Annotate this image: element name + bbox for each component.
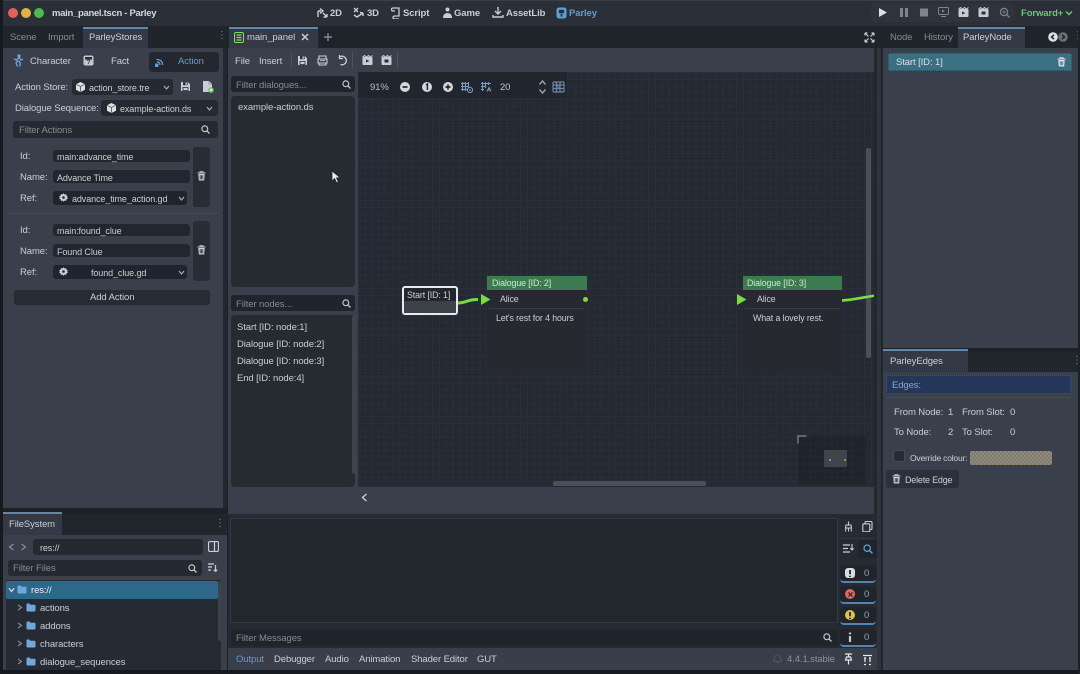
svg-text:?: ? <box>87 59 91 66</box>
